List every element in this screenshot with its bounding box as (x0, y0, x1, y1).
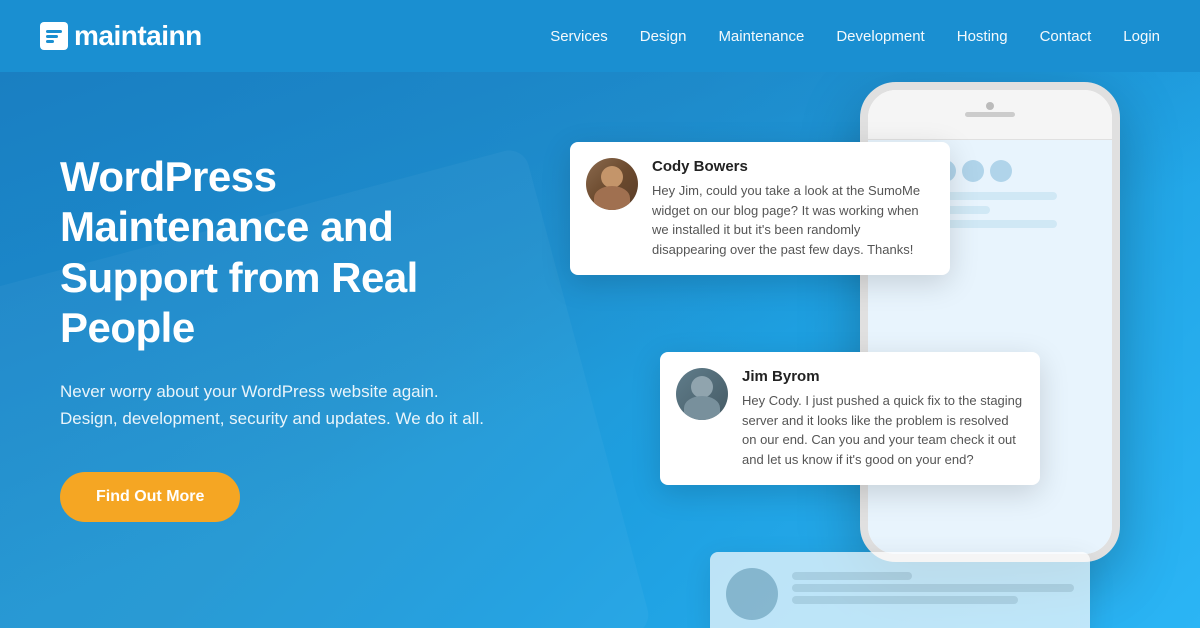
hero-title: WordPress Maintenance and Support from R… (60, 152, 500, 354)
avatar-cody (586, 158, 638, 210)
nav-design[interactable]: Design (640, 28, 687, 45)
partial-bar-2 (792, 584, 1074, 592)
nav-services[interactable]: Services (550, 28, 608, 45)
hero-illustration: Cody Bowers Hey Jim, could you take a lo… (560, 72, 1200, 628)
chat-name-cody: Cody Bowers (652, 158, 934, 175)
header: maintainn Services Design Maintenance De… (0, 0, 1200, 72)
chat-message-cody: Hey Jim, could you take a look at the Su… (652, 181, 934, 259)
logo[interactable]: maintainn (40, 20, 202, 52)
main-nav: Services Design Maintenance Development … (550, 28, 1160, 45)
phone-speaker (965, 112, 1015, 117)
partial-bar-1 (792, 572, 912, 580)
hero-content: WordPress Maintenance and Support from R… (0, 72, 560, 522)
nav-login[interactable]: Login (1123, 28, 1160, 45)
chat-card-cody: Cody Bowers Hey Jim, could you take a lo… (570, 142, 950, 275)
nav-contact[interactable]: Contact (1040, 28, 1092, 45)
chat-content-jim: Jim Byrom Hey Cody. I just pushed a quic… (742, 368, 1024, 469)
logo-icon (40, 22, 68, 50)
chat-content-cody: Cody Bowers Hey Jim, could you take a lo… (652, 158, 934, 259)
chat-content-partial (792, 568, 1074, 620)
chat-name-jim: Jim Byrom (742, 368, 1024, 385)
phone-dot-4 (962, 160, 984, 182)
partial-bar-3 (792, 596, 1018, 604)
chat-card-partial (710, 552, 1090, 628)
chat-message-jim: Hey Cody. I just pushed a quick fix to t… (742, 391, 1024, 469)
chat-card-jim: Jim Byrom Hey Cody. I just pushed a quic… (660, 352, 1040, 485)
hero-subtitle: Never worry about your WordPress website… (60, 378, 500, 432)
hero-section: WordPress Maintenance and Support from R… (0, 72, 1200, 628)
nav-development[interactable]: Development (836, 28, 924, 45)
avatar-partial (726, 568, 778, 620)
phone-camera (986, 102, 994, 110)
avatar-jim (676, 368, 728, 420)
logo-text: maintainn (74, 20, 202, 52)
nav-maintenance[interactable]: Maintenance (718, 28, 804, 45)
phone-dot-5 (990, 160, 1012, 182)
cta-button[interactable]: Find Out More (60, 472, 240, 522)
nav-hosting[interactable]: Hosting (957, 28, 1008, 45)
phone-top (868, 90, 1112, 140)
